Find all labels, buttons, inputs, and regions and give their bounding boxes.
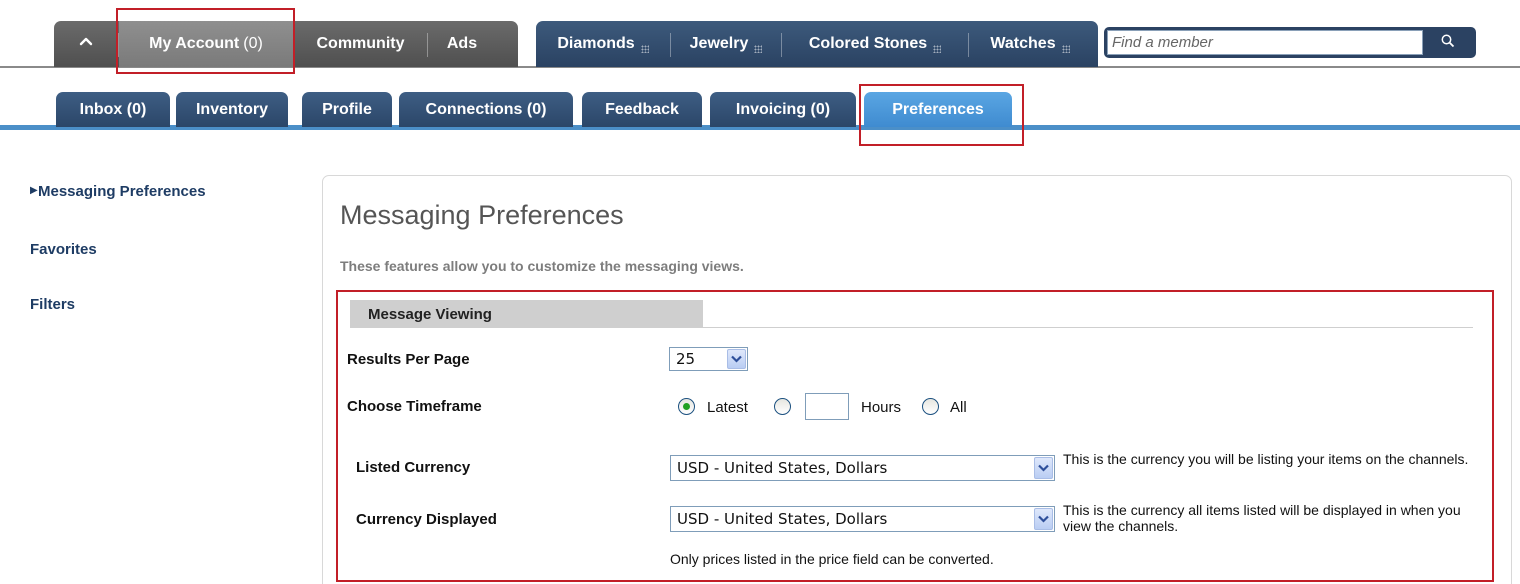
hours-input[interactable] xyxy=(805,393,849,420)
listed-currency-value: USD - United States, Dollars xyxy=(677,459,888,477)
section-divider xyxy=(703,327,1473,328)
channels-tab-group: Diamonds Jewelry Colored Stones Watches xyxy=(536,21,1098,67)
tab-colored-stones[interactable]: Colored Stones xyxy=(782,21,968,67)
results-per-page-select[interactable]: 25 xyxy=(669,347,748,371)
currency-displayed-label: Currency Displayed xyxy=(356,511,497,528)
home-icon xyxy=(79,35,93,54)
tab-diamonds[interactable]: Diamonds xyxy=(536,21,670,67)
tab-watches-label: Watches xyxy=(990,35,1056,52)
tab-feedback[interactable]: Feedback xyxy=(582,92,702,127)
tab-profile-label: Profile xyxy=(322,100,372,118)
tab-invoicing-label: Invoicing (0) xyxy=(735,100,831,118)
section-header: Message Viewing xyxy=(350,300,703,328)
grip-icon xyxy=(754,45,763,53)
listed-currency-hint: This is the currency you will be listing… xyxy=(1063,451,1469,467)
tab-profile[interactable]: Profile xyxy=(302,92,392,127)
currency-displayed-hint: This is the currency all items listed wi… xyxy=(1063,502,1461,534)
chevron-down-icon xyxy=(727,349,746,369)
currency-displayed-value: USD - United States, Dollars xyxy=(677,510,888,528)
timeframe-latest-radio[interactable] xyxy=(678,398,695,415)
tab-preferences[interactable]: Preferences xyxy=(864,92,1012,127)
search-icon xyxy=(1440,33,1456,54)
sidebar-item-messaging-preferences[interactable]: Messaging Preferences xyxy=(38,183,206,200)
tab-my-account[interactable]: My Account (0) xyxy=(119,21,293,67)
sidebar-item-label: Favorites xyxy=(30,241,97,258)
sidebar-item-label: Filters xyxy=(30,296,76,313)
tab-jewelry-label: Jewelry xyxy=(689,35,749,52)
tab-inventory[interactable]: Inventory xyxy=(176,92,288,127)
tab-ads[interactable]: Ads xyxy=(428,21,496,67)
tab-preferences-label: Preferences xyxy=(892,100,984,118)
sidebar-item-favorites[interactable]: Favorites xyxy=(30,241,97,258)
tab-connections[interactable]: Connections (0) xyxy=(399,92,573,127)
timeframe-hours-label: Hours xyxy=(861,399,902,416)
grip-icon xyxy=(1061,45,1070,53)
tab-watches[interactable]: Watches xyxy=(969,21,1091,67)
timeframe-all-label: All xyxy=(950,399,967,416)
tab-ads-label: Ads xyxy=(446,35,478,52)
tab-community[interactable]: Community xyxy=(294,21,427,67)
search-input[interactable] xyxy=(1107,30,1423,55)
tab-invoicing[interactable]: Invoicing (0) xyxy=(710,92,856,127)
tab-connections-label: Connections (0) xyxy=(425,100,547,118)
tab-inbox-label: Inbox (0) xyxy=(79,100,147,118)
chevron-down-icon xyxy=(1034,508,1053,530)
sidebar-item-filters[interactable]: Filters xyxy=(30,296,75,313)
grip-icon xyxy=(933,45,942,53)
tab-my-account-label: My Account xyxy=(149,35,240,52)
page-title: Messaging Preferences xyxy=(340,200,624,230)
section-title: Message Viewing xyxy=(368,305,492,323)
tab-colored-stones-label: Colored Stones xyxy=(808,35,928,52)
page-description: These features allow you to customize th… xyxy=(340,258,744,274)
results-per-page-label: Results Per Page xyxy=(347,351,470,368)
tab-my-account-count: (0) xyxy=(243,35,263,52)
currency-displayed-select[interactable]: USD - United States, Dollars xyxy=(670,506,1055,532)
tab-diamonds-label: Diamonds xyxy=(557,35,635,52)
account-tab-group: My Account (0) Community Ads xyxy=(54,21,518,67)
search-button[interactable] xyxy=(1424,31,1472,56)
tab-inbox[interactable]: Inbox (0) xyxy=(56,92,170,127)
home-tab[interactable] xyxy=(54,21,118,67)
sidebar-item-label: Messaging Preferences xyxy=(38,183,206,200)
listed-currency-label: Listed Currency xyxy=(356,459,471,476)
tab-inventory-label: Inventory xyxy=(195,100,268,118)
grip-icon xyxy=(640,45,649,53)
chevron-down-icon xyxy=(1034,457,1053,479)
tab-feedback-label: Feedback xyxy=(605,100,679,118)
results-per-page-value: 25 xyxy=(676,350,696,368)
tab-jewelry[interactable]: Jewelry xyxy=(671,21,781,67)
conversion-note: Only prices listed in the price field ca… xyxy=(670,551,994,567)
tab-community-label: Community xyxy=(316,35,405,52)
timeframe-latest-label: Latest xyxy=(707,399,748,416)
timeframe-hours-radio[interactable] xyxy=(774,398,791,415)
listed-currency-select[interactable]: USD - United States, Dollars xyxy=(670,455,1055,481)
active-indicator-icon: ▶ xyxy=(30,185,38,196)
timeframe-label: Choose Timeframe xyxy=(347,398,482,415)
timeframe-all-radio[interactable] xyxy=(922,398,939,415)
